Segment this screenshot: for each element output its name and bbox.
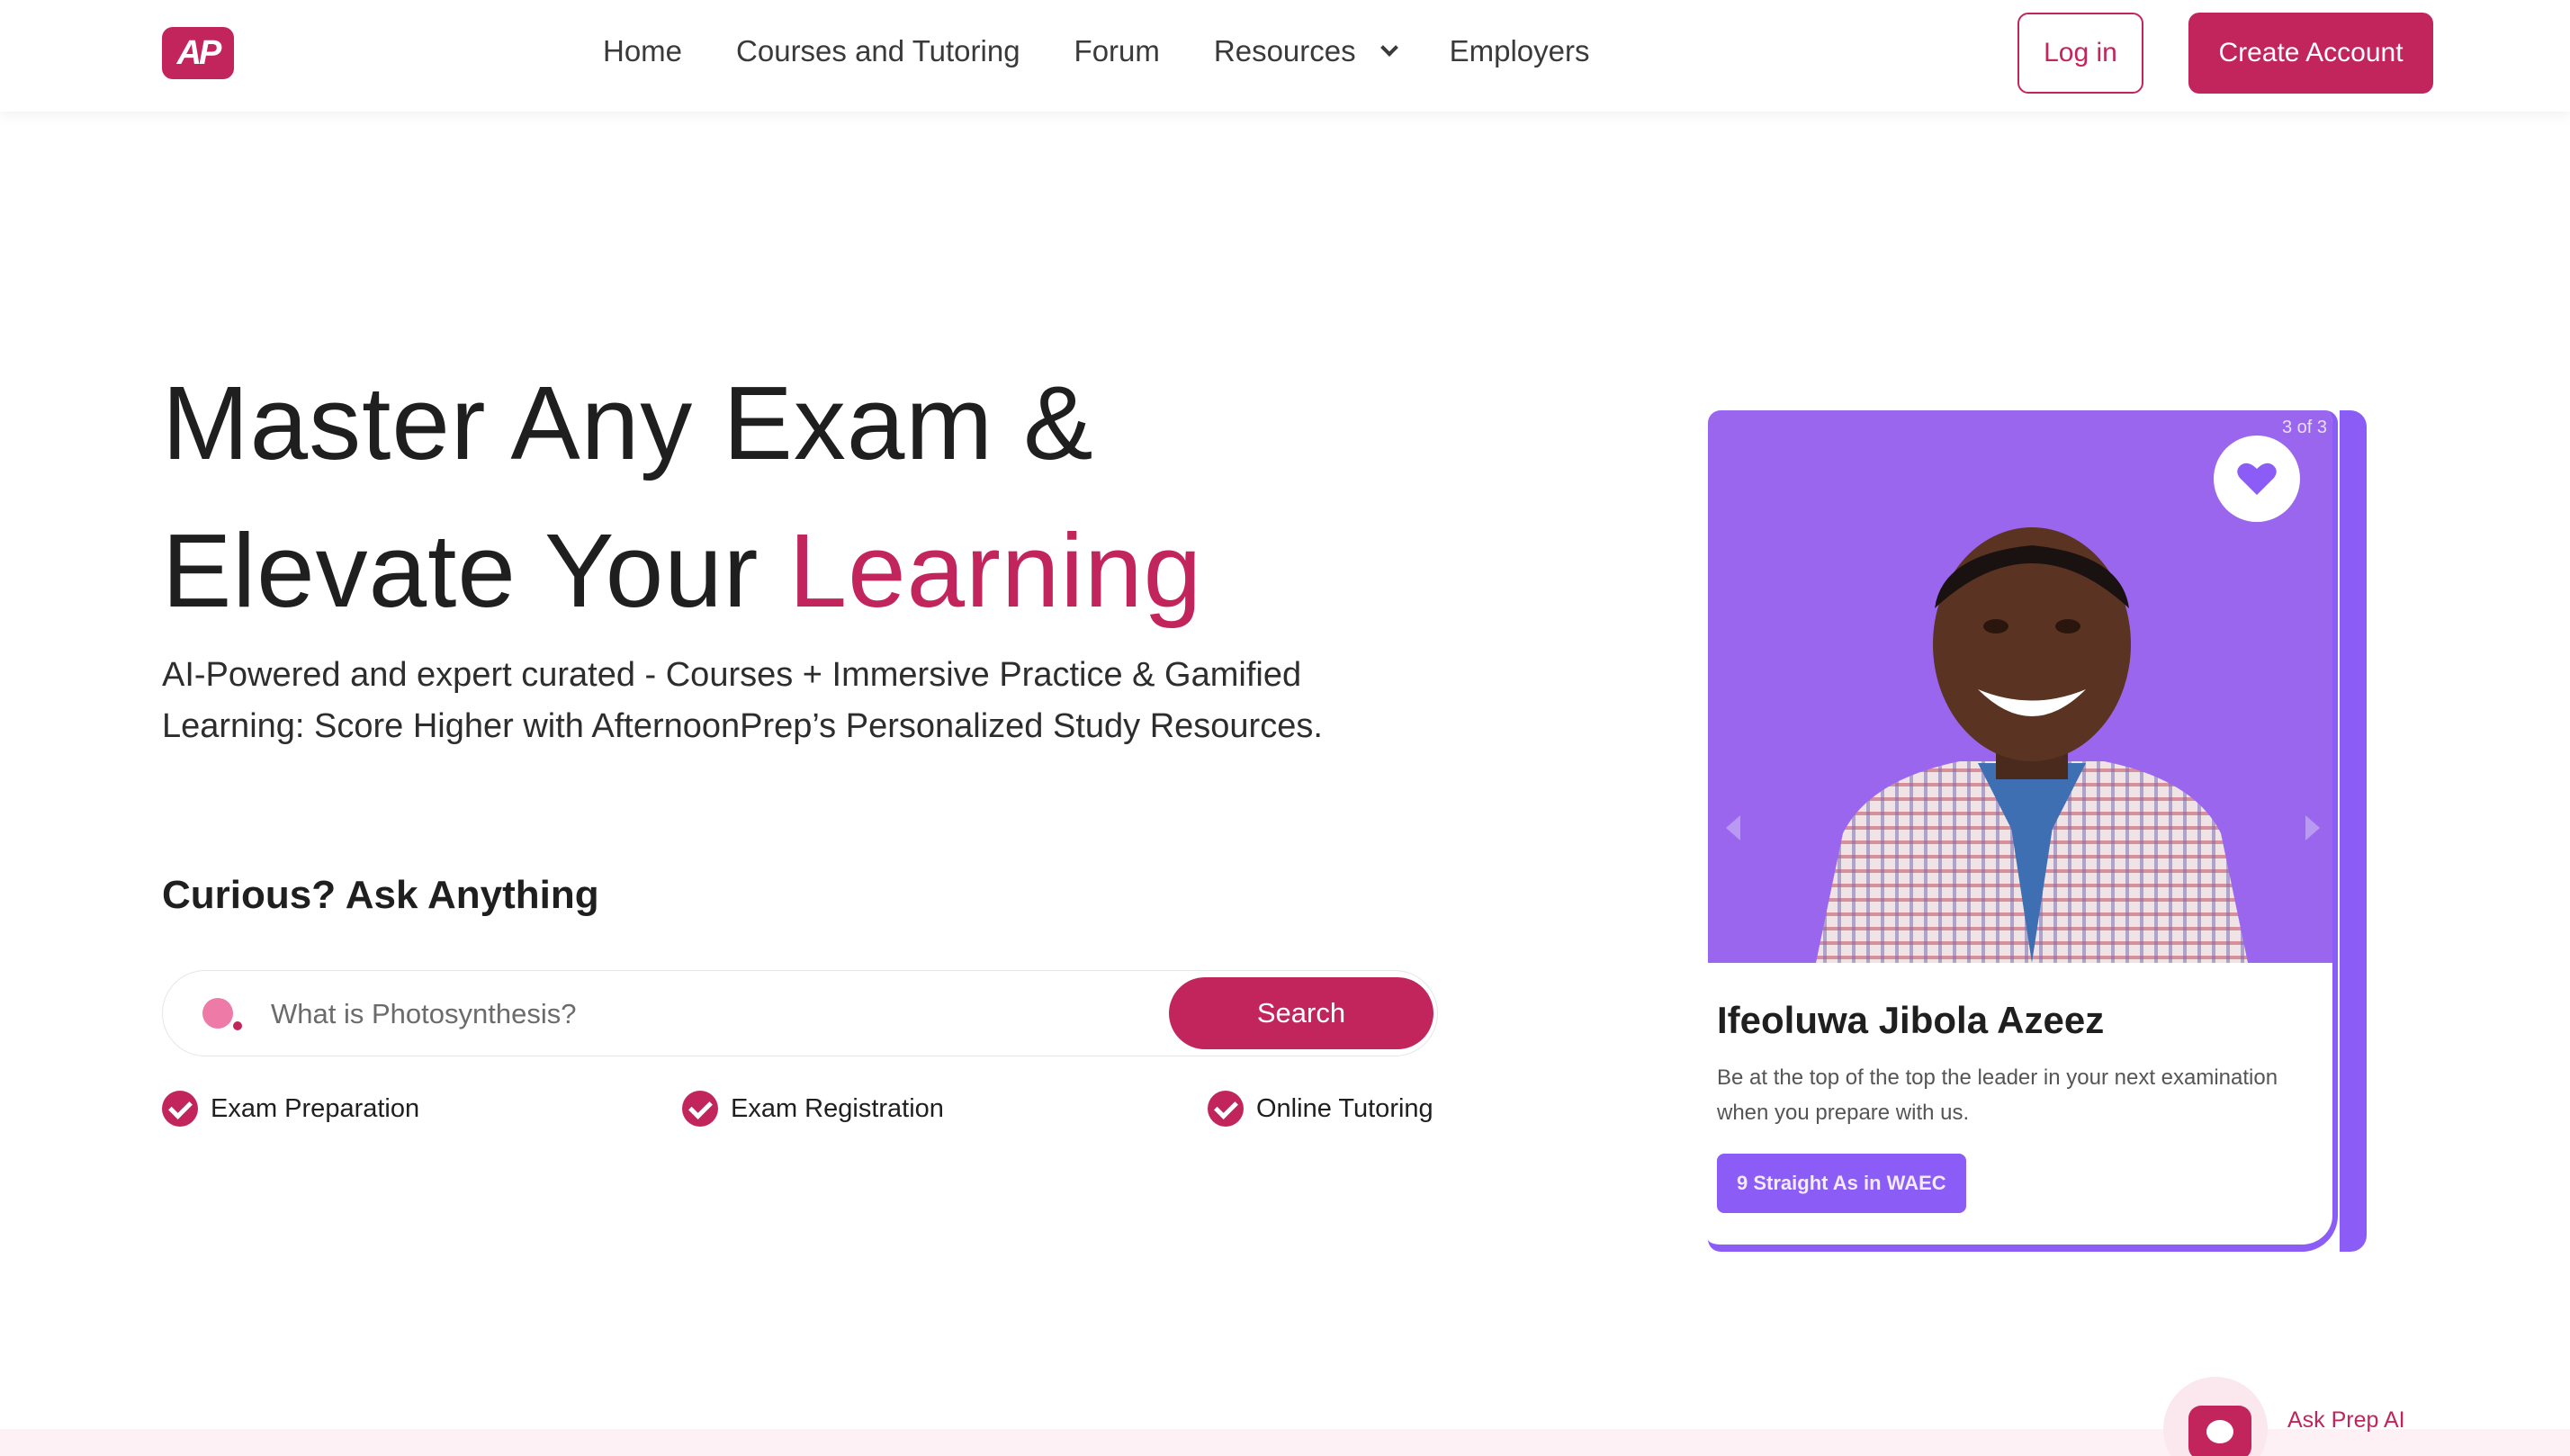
achievement-badge: 9 Straight As in WAEC [1717,1154,1966,1213]
nav-link-employers[interactable]: Employers [1450,34,1590,68]
testimonial-description: Be at the top of the top the leader in y… [1717,1065,2278,1125]
check-circle-icon [1208,1091,1244,1127]
chat-bubble-icon [2188,1406,2251,1456]
feature-exam-registration: Exam Registration [682,1091,944,1127]
nav-link-forum[interactable]: Forum [1074,34,1160,68]
feature-label: Exam Preparation [211,1093,420,1123]
ask-prep-ai-label: Ask Prep AI [2287,1407,2405,1433]
hero-title-line2-prefix: Elevate Your [162,512,789,629]
hero-title: Master Any Exam & Elevate Your Learning [162,349,1422,644]
login-button[interactable]: Log in [2017,13,2143,94]
slide-counter: 3 of 3 [2281,418,2327,437]
nav-link-resources[interactable]: Resources [1213,34,1398,68]
hero-subtitle: AI-Powered and expert curated - Courses … [162,656,1323,745]
nav-link-courses[interactable]: Courses and Tutoring [736,34,1020,68]
carousel-next-icon[interactable] [2305,815,2320,840]
ask-heading: Curious? Ask Anything [162,873,599,917]
testimonial-name: Ifeoluwa Jibola Azeez [1717,999,2105,1041]
card-stack-edge [2340,410,2367,1252]
feature-online-tutoring: Online Tutoring [1208,1091,1433,1127]
logo-text: AP [176,33,222,72]
testimonial-card: 3 of 3 Ifeoluwa Jibola Azeez Be at the t… [1708,410,2338,1252]
check-circle-icon [682,1091,718,1127]
ai-dot-icon [202,998,233,1029]
search-bar: Search [162,970,1438,1056]
heart-icon [2237,463,2277,495]
nav-resources-label: Resources [1213,34,1356,67]
search-button[interactable]: Search [1169,977,1433,1049]
ai-dot-small-icon [233,1021,242,1030]
chat-bubble-background [2163,1377,2268,1456]
carousel-prev-icon[interactable] [1726,815,1740,840]
top-navbar: AP Home Courses and Tutoring Forum Resou… [0,0,2570,112]
brand-logo[interactable]: AP [162,27,234,79]
main-nav: Home Courses and Tutoring Forum Resource… [603,29,1644,74]
feature-exam-preparation: Exam Preparation [162,1091,419,1127]
search-input[interactable] [271,989,1171,1039]
hero-title-line1: Master Any Exam & [162,364,1094,481]
chevron-down-icon [1379,39,1398,57]
page: AP Home Courses and Tutoring Forum Resou… [0,0,2570,1456]
nav-link-home[interactable]: Home [603,34,682,68]
student-portrait [1816,527,2248,963]
testimonial-photo: 3 of 3 [1708,410,2332,963]
feature-label: Exam Registration [731,1093,944,1123]
hero-title-accent: Learning [788,512,1203,629]
feature-label: Online Tutoring [1256,1093,1433,1123]
create-account-button[interactable]: Create Account [2188,13,2433,94]
favorite-button[interactable] [2214,436,2300,522]
check-circle-icon [162,1091,198,1127]
ask-prep-ai-widget[interactable]: Ask Prep AI [2163,1377,2405,1456]
